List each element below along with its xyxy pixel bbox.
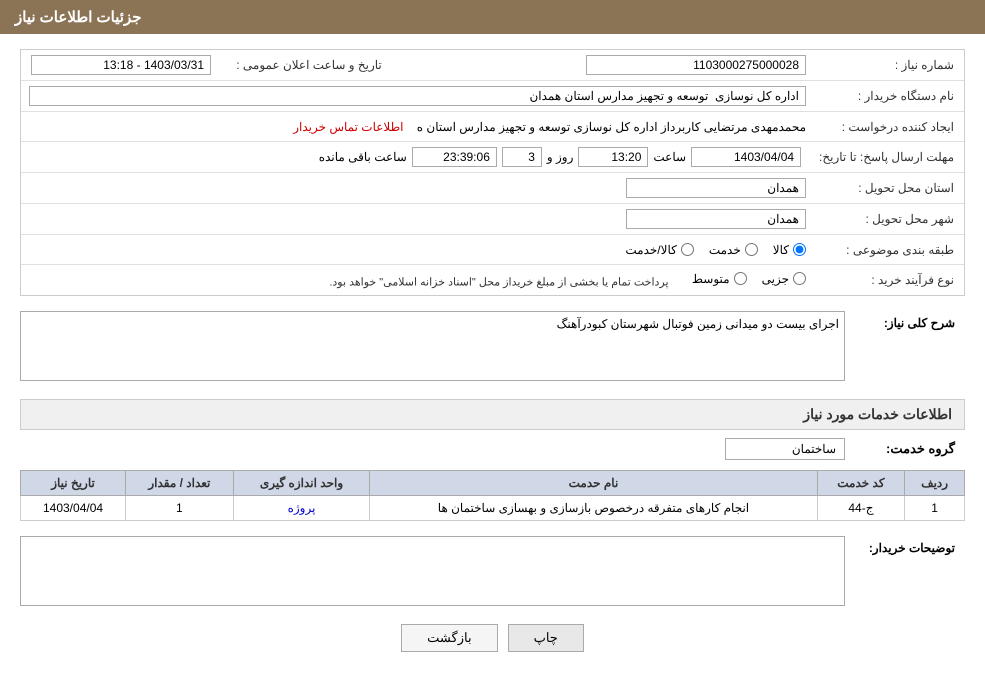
services-table-section: ردیف کد خدمت نام حدمت واحد اندازه گیری ت… (20, 470, 965, 521)
need-description-textarea[interactable]: اجرای بیست دو میدانی زمین فوتبال شهرستان… (20, 311, 845, 381)
response-date-input[interactable] (691, 147, 801, 167)
back-button[interactable]: بازگشت (401, 624, 497, 652)
service-group-row: گروه خدمت: ساختمان (20, 438, 965, 460)
response-time-label: ساعت (653, 150, 686, 164)
category-kala-khedmat-radio[interactable] (681, 243, 694, 256)
delivery-province-row: استان محل تحویل : (21, 173, 964, 204)
response-days-input[interactable] (502, 147, 542, 167)
delivery-city-row: شهر محل تحویل : (21, 204, 964, 235)
response-remaining-label: ساعت باقی مانده (319, 150, 407, 164)
cell-service-name: انجام کارهای متفرقه درخصوص بازسازی و بهس… (370, 496, 817, 521)
col-header-quantity: تعداد / مقدار (126, 471, 234, 496)
purchase-type-note: پرداخت تمام یا بخشی از مبلغ خریداز محل "… (329, 276, 668, 288)
response-deadline-value: ساعت روز و ساعت باقی مانده (21, 145, 809, 169)
purchase-type-value: جزیی متوسط پرداخت تمام یا بخشی از مبلغ خ… (21, 270, 814, 291)
purchase-type-motavasset-option[interactable]: متوسط (692, 272, 747, 286)
delivery-city-value (21, 207, 814, 231)
response-time-input[interactable] (578, 147, 648, 167)
col-header-row-num: ردیف (905, 471, 965, 496)
category-value: کالا خدمت کالا/خدمت (21, 241, 814, 259)
need-number-label: شماره نیاز : (814, 55, 964, 75)
need-description-value: اجرای بیست دو میدانی زمین فوتبال شهرستان… (20, 311, 845, 384)
purchase-type-jozi-radio[interactable] (793, 272, 806, 285)
requester-row: ایجاد کننده درخواست : محمدمهدی مرتضایی ک… (21, 112, 964, 142)
category-label: طبقه بندی موضوعی : (814, 240, 964, 260)
response-days-label: روز و (547, 150, 574, 164)
need-description-label: شرح کلی نیاز: (845, 311, 965, 335)
col-header-unit: واحد اندازه گیری (233, 471, 370, 496)
page-title: جزئیات اطلاعات نیاز (15, 9, 142, 26)
cell-date: 1403/04/04 (21, 496, 126, 521)
category-kala-radio[interactable] (793, 243, 806, 256)
col-header-service-name: نام حدمت (370, 471, 817, 496)
announce-date-value (21, 53, 219, 77)
category-kala-khedmat-option[interactable]: کالا/خدمت (625, 243, 693, 257)
delivery-city-input[interactable] (626, 209, 806, 229)
col-header-date: تاریخ نیاز (21, 471, 126, 496)
category-khedmat-radio[interactable] (745, 243, 758, 256)
contact-link[interactable]: اطلاعات تماس خریدار (293, 120, 403, 134)
buyer-description-label: توضیحات خریدار: (845, 536, 965, 560)
buyer-org-value (21, 84, 814, 108)
delivery-province-value (21, 176, 814, 200)
requester-label: ایجاد کننده درخواست : (814, 117, 964, 137)
services-section-title: اطلاعات خدمات مورد نیاز (20, 399, 965, 430)
buyer-org-input[interactable] (29, 86, 806, 106)
button-row: چاپ بازگشت (20, 624, 965, 652)
purchase-type-row: نوع فرآیند خرید : جزیی متوسط پرداخت تمام… (21, 265, 964, 295)
requester-name: محمدمهدی مرتضایی کاربرداز اداره کل نوساز… (417, 120, 806, 134)
service-group-label: گروه خدمت: (845, 441, 965, 457)
info-section: شماره نیاز : تاریخ و ساعت اعلان عمومی : … (20, 49, 965, 296)
purchase-type-label: نوع فرآیند خرید : (814, 270, 964, 290)
announce-date-label: تاریخ و ساعت اعلان عمومی : (219, 55, 399, 75)
cell-row-num: 1 (905, 496, 965, 521)
category-kala-option[interactable]: کالا (773, 243, 806, 257)
requester-value: محمدمهدی مرتضایی کاربرداز اداره کل نوساز… (21, 118, 814, 136)
cell-service-code: ج-44 (817, 496, 905, 521)
table-row: 1 ج-44 انجام کارهای متفرقه درخصوص بازساز… (21, 496, 965, 521)
buyer-description-value (20, 536, 845, 609)
buyer-description-textarea[interactable] (20, 536, 845, 606)
print-button[interactable]: چاپ (508, 624, 584, 652)
page-header: جزئیات اطلاعات نیاز (0, 0, 985, 34)
services-table: ردیف کد خدمت نام حدمت واحد اندازه گیری ت… (20, 470, 965, 521)
announce-date-input[interactable] (31, 55, 211, 75)
response-deadline-label: مهلت ارسال پاسخ: تا تاریخ: (809, 147, 964, 167)
buyer-org-row: نام دستگاه خریدار : (21, 81, 964, 112)
delivery-province-input[interactable] (626, 178, 806, 198)
cell-unit: پروژه (233, 496, 370, 521)
need-number-value (399, 53, 814, 77)
need-number-row: شماره نیاز : تاریخ و ساعت اعلان عمومی : (21, 50, 964, 81)
category-row: طبقه بندی موضوعی : کالا خدمت (21, 235, 964, 265)
delivery-city-label: شهر محل تحویل : (814, 209, 964, 229)
purchase-type-jozi-option[interactable]: جزیی (762, 272, 806, 286)
buyer-description-section: توضیحات خریدار: (20, 536, 965, 609)
response-deadline-row: مهلت ارسال پاسخ: تا تاریخ: ساعت روز و سا… (21, 142, 964, 173)
service-group-value: ساختمان (725, 438, 845, 460)
purchase-type-motavasset-radio[interactable] (734, 272, 747, 285)
need-description-section: شرح کلی نیاز: اجرای بیست دو میدانی زمین … (20, 311, 965, 384)
category-khedmat-option[interactable]: خدمت (709, 243, 758, 257)
cell-quantity: 1 (126, 496, 234, 521)
response-remaining-input[interactable] (412, 147, 497, 167)
col-header-service-code: کد خدمت (817, 471, 905, 496)
delivery-province-label: استان محل تحویل : (814, 178, 964, 198)
buyer-org-label: نام دستگاه خریدار : (814, 86, 964, 106)
need-number-input[interactable] (586, 55, 806, 75)
